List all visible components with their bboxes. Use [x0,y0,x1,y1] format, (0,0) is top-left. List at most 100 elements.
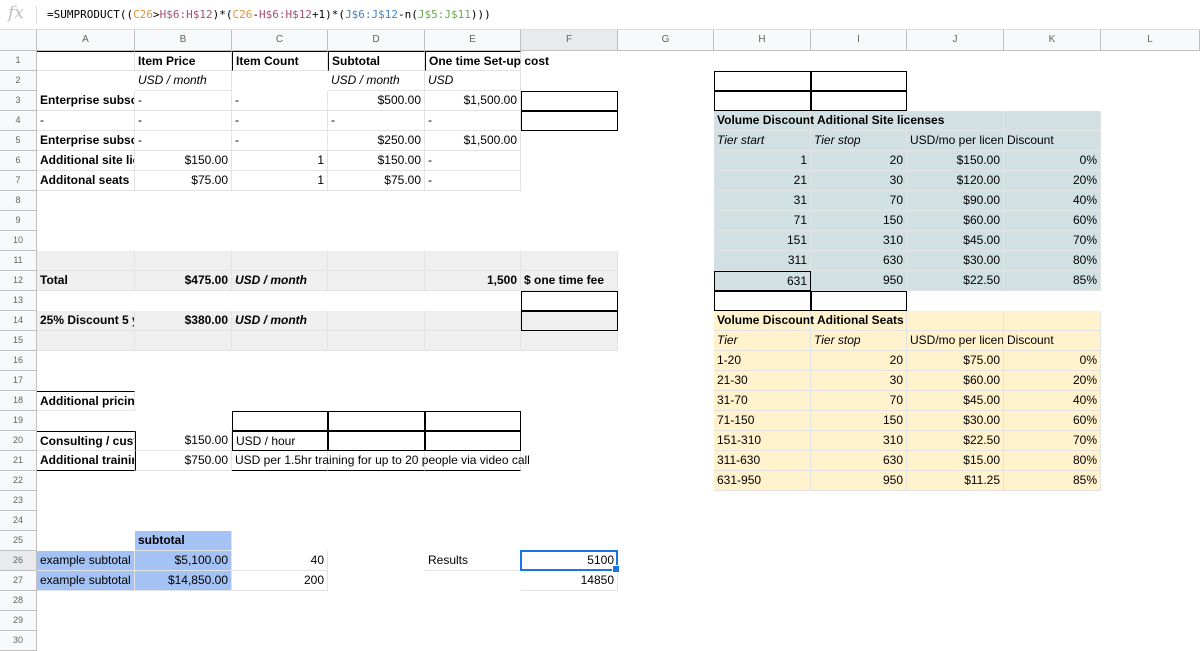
cell-k17[interactable]: 20% [1004,371,1101,391]
cell-b25[interactable]: subtotal [135,531,232,551]
column-header-h[interactable]: H [714,30,811,51]
row-header-5[interactable]: 5 [0,131,37,151]
cell-a21[interactable]: Additional training [37,451,135,471]
row-header-19[interactable]: 19 [0,411,37,431]
cell-j11[interactable]: $30.00 [907,251,1004,271]
cell-h3[interactable] [714,91,811,111]
cell-j16[interactable]: $75.00 [907,351,1004,371]
cell-i16[interactable]: 20 [811,351,907,371]
cell-i3[interactable] [811,91,907,111]
cell-k5[interactable]: Discount [1004,131,1101,151]
row-header-22[interactable]: 22 [0,471,37,491]
cell-b21[interactable]: $750.00 [135,451,232,471]
cell-e20[interactable] [425,431,521,451]
cell-a18[interactable]: Additional pricing [37,391,135,411]
column-header-e[interactable]: E [425,30,521,51]
cell-j7[interactable]: $120.00 [907,171,1004,191]
cell-k11[interactable]: 80% [1004,251,1101,271]
cell-e4[interactable]: - [425,111,521,131]
cell-b2[interactable]: USD / month [135,71,232,91]
cell-a3[interactable]: Enterprise subscription [37,91,135,111]
cell-c3[interactable]: - [232,91,328,111]
cell-i12[interactable]: 950 [811,271,907,291]
cell-h13[interactable] [714,291,811,311]
cell-h19[interactable]: 71-150 [714,411,811,431]
cell-b11[interactable] [135,251,232,271]
row-header-13[interactable]: 13 [0,291,37,311]
cell-k14[interactable] [1004,311,1101,331]
cell-j5[interactable]: USD/mo per license [907,131,1004,151]
cell-b1[interactable]: Item Price [135,51,232,71]
cell-j20[interactable]: $22.50 [907,431,1004,451]
cell-j17[interactable]: $60.00 [907,371,1004,391]
cell-k9[interactable]: 60% [1004,211,1101,231]
cell-i15[interactable]: Tier stop [811,331,907,351]
cell-c6[interactable]: 1 [232,151,328,171]
row-header-8[interactable]: 8 [0,191,37,211]
row-header-14[interactable]: 14 [0,311,37,331]
column-header-j[interactable]: J [907,30,1004,51]
cell-c14[interactable]: USD / month [232,311,328,331]
cell-j22[interactable]: $11.25 [907,471,1004,491]
cell-i6[interactable]: 20 [811,151,907,171]
column-header-c[interactable]: C [232,30,328,51]
column-header-k[interactable]: K [1004,30,1101,51]
cell-j14[interactable] [907,311,1004,331]
cell-f14[interactable] [521,311,618,331]
cell-d6[interactable]: $150.00 [328,151,425,171]
cell-i9[interactable]: 150 [811,211,907,231]
row-header-25[interactable]: 25 [0,531,37,551]
cell-k19[interactable]: 60% [1004,411,1101,431]
cell-h11[interactable]: 311 [714,251,811,271]
row-header-21[interactable]: 21 [0,451,37,471]
cell-e6[interactable]: - [425,151,521,171]
cell-e7[interactable]: - [425,171,521,191]
cell-d12[interactable] [328,271,425,291]
cell-j18[interactable]: $45.00 [907,391,1004,411]
cell-b3[interactable]: - [135,91,232,111]
cell-h7[interactable]: 21 [714,171,811,191]
cell-k15[interactable]: Discount [1004,331,1101,351]
cell-d7[interactable]: $75.00 [328,171,425,191]
row-header-18[interactable]: 18 [0,391,37,411]
row-header-23[interactable]: 23 [0,491,37,511]
column-header-d[interactable]: D [328,30,425,51]
cell-i19[interactable]: 150 [811,411,907,431]
cell-d11[interactable] [328,251,425,271]
cell-k20[interactable]: 70% [1004,431,1101,451]
cell-c11[interactable] [232,251,328,271]
cell-j21[interactable]: $15.00 [907,451,1004,471]
cell-j19[interactable]: $30.00 [907,411,1004,431]
row-header-17[interactable]: 17 [0,371,37,391]
cell-i21[interactable]: 630 [811,451,907,471]
cell-k12[interactable]: 85% [1004,271,1101,291]
cell-j8[interactable]: $90.00 [907,191,1004,211]
cell-h16[interactable]: 1-20 [714,351,811,371]
cell-k18[interactable]: 40% [1004,391,1101,411]
cell-b4[interactable]: - [135,111,232,131]
cell-k4[interactable] [1004,111,1101,131]
cell-b20[interactable]: $150.00 [135,431,232,451]
column-header-a[interactable]: A [37,30,135,51]
row-header-3[interactable]: 3 [0,91,37,111]
cell-f4[interactable] [521,111,618,131]
cell-h12[interactable]: 631 [714,271,811,291]
cell-k8[interactable]: 40% [1004,191,1101,211]
cell-f12[interactable]: $ one time fee [521,271,618,291]
cell-a1[interactable] [37,51,135,71]
cell-j9[interactable]: $60.00 [907,211,1004,231]
cell-a14[interactable]: 25% Discount 5 years [37,311,135,331]
cell-i10[interactable]: 310 [811,231,907,251]
cell-i2[interactable] [811,71,907,91]
column-header-f[interactable]: F [521,30,618,51]
cell-a5[interactable]: Enterprise subscription [37,131,135,151]
row-header-7[interactable]: 7 [0,171,37,191]
cell-d14[interactable] [328,311,425,331]
cell-d3[interactable]: $500.00 [328,91,425,111]
cell-h17[interactable]: 21-30 [714,371,811,391]
cell-i11[interactable]: 630 [811,251,907,271]
cell-e5[interactable]: $1,500.00 [425,131,521,151]
cell-a26[interactable]: example subtotal [37,551,135,571]
cell-a6[interactable]: Additional site licenses [37,151,135,171]
cell-c5[interactable]: - [232,131,328,151]
